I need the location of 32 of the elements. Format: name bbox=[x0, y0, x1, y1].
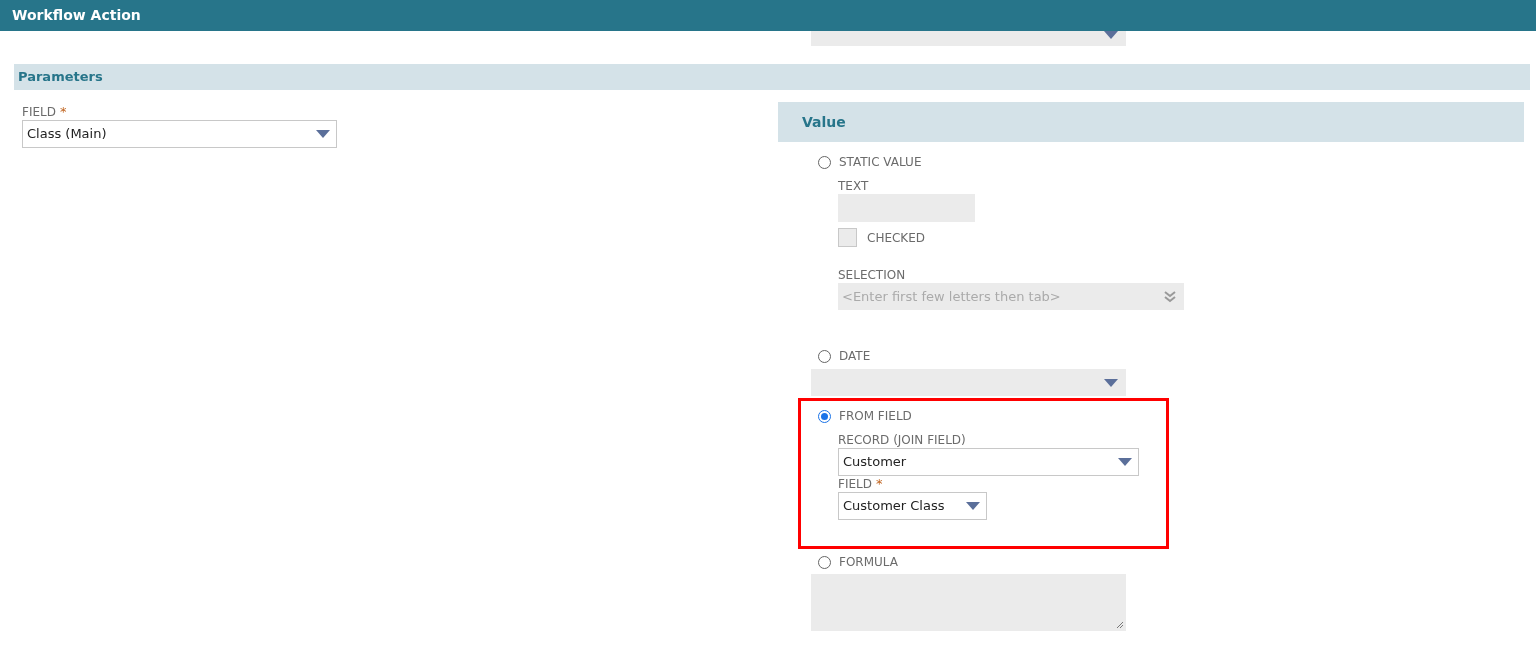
field-label: TEXT bbox=[838, 178, 869, 194]
field-label: RECORD (JOIN FIELD) bbox=[838, 432, 966, 448]
radio-button[interactable] bbox=[818, 555, 831, 569]
radio-button[interactable] bbox=[818, 349, 831, 363]
required-asterisk: * bbox=[59, 105, 67, 119]
caret-icon bbox=[316, 130, 330, 138]
option-label: FROM FIELD bbox=[839, 408, 912, 425]
dropdown[interactable] bbox=[811, 31, 1126, 46]
formula-textarea[interactable] bbox=[811, 574, 1126, 631]
option-label: FORMULA bbox=[839, 554, 898, 571]
field-label: FIELD bbox=[838, 476, 872, 492]
caret-icon bbox=[1104, 378, 1118, 387]
checkbox[interactable] bbox=[838, 228, 857, 247]
section-title: Parameters bbox=[18, 68, 103, 87]
field-label: FIELD bbox=[22, 104, 56, 120]
dropdown[interactable]: Customer bbox=[838, 448, 1139, 476]
radio-button[interactable] bbox=[818, 409, 831, 423]
date-field[interactable] bbox=[811, 369, 1126, 396]
option-label: STATIC VALUE bbox=[839, 154, 922, 171]
required-asterisk: * bbox=[875, 477, 883, 491]
option-label: DATE bbox=[839, 348, 871, 365]
double-chevron-icon bbox=[1164, 290, 1176, 303]
dropdown[interactable]: Class (Main) bbox=[22, 120, 337, 148]
caret-icon bbox=[966, 502, 980, 510]
radio-button[interactable] bbox=[818, 155, 831, 169]
resize-handle-icon bbox=[1116, 621, 1124, 629]
dropdown[interactable]: Customer Class bbox=[838, 492, 987, 520]
window-title: Workflow Action bbox=[12, 6, 141, 25]
checkbox-label: CHECKED bbox=[867, 230, 926, 247]
field-label: SELECTION bbox=[838, 267, 906, 283]
section-title: Value bbox=[802, 112, 846, 132]
caret-icon bbox=[1118, 458, 1132, 466]
